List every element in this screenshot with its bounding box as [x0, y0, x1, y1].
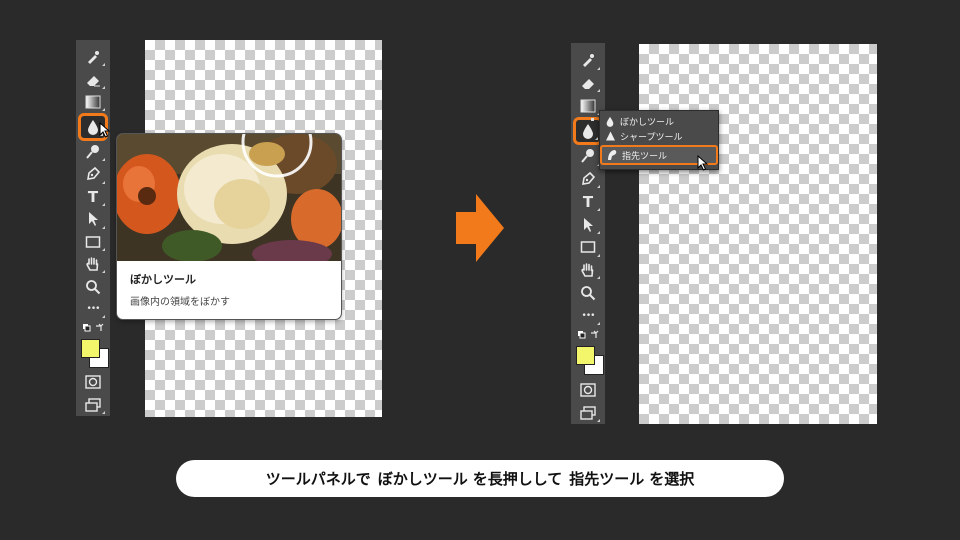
dodge-tool[interactable]: [574, 145, 602, 168]
type-icon: T: [582, 192, 594, 211]
caption-text-5: を選択: [649, 470, 695, 488]
sharpen-icon: [605, 131, 615, 141]
flower-preview-image: [117, 134, 341, 261]
eraser-icon: [87, 75, 100, 87]
swap-colors-icon: [83, 323, 104, 332]
dodge-icon: [581, 149, 594, 163]
path-selection-tool[interactable]: [574, 213, 602, 236]
flyout-item-label: ぼかしツール: [620, 117, 675, 128]
zoom-icon: [86, 279, 101, 294]
quick-mask-button[interactable]: [574, 378, 602, 401]
hand-icon: [86, 257, 99, 271]
tool-tooltip-card: ぼかしツール 画像内の領域をぼかす: [117, 134, 341, 319]
transparent-canvas-right[interactable]: [639, 44, 877, 424]
dodge-tool[interactable]: [79, 141, 107, 163]
rectangle-icon: [85, 235, 101, 248]
quick-mask-icon: [580, 383, 596, 397]
tools-panel-right: T •••: [571, 43, 605, 424]
eraser-tool[interactable]: [79, 68, 107, 90]
gradient-tool[interactable]: [574, 94, 602, 117]
caption-text-4: 指先ツール: [569, 470, 645, 488]
type-tool[interactable]: T: [574, 190, 602, 213]
instruction-caption: ツールパネルで ぼかしツール を長押しして 指先ツール を選択: [176, 460, 784, 497]
gradient-icon: [85, 95, 101, 109]
more-icon: •••: [86, 304, 101, 315]
path-selection-tool[interactable]: [79, 208, 107, 230]
more-icon: •••: [581, 310, 596, 321]
tools-panel-left: T •••: [76, 40, 110, 416]
more-tools[interactable]: •••: [574, 304, 602, 327]
zoom-tool[interactable]: [574, 281, 602, 304]
rectangle-tool[interactable]: [79, 231, 107, 253]
caption-text-2: ぼかしツール: [377, 470, 468, 488]
flyout-item-blur[interactable]: ぼかしツール: [600, 113, 718, 129]
caption-text-3: を長押しして: [472, 470, 563, 488]
gradient-icon: [580, 99, 596, 113]
blur-icon: [88, 119, 98, 135]
blur-icon: [606, 116, 614, 127]
healing-brush-icon: [88, 51, 99, 65]
hand-icon: [581, 263, 594, 277]
rectangle-icon: [580, 241, 596, 254]
path-selection-icon: [584, 217, 593, 232]
screen-mode-icon: [85, 398, 101, 412]
quick-mask-button[interactable]: [79, 371, 107, 393]
eraser-icon: [582, 79, 594, 90]
eraser-tool[interactable]: [574, 72, 602, 95]
screen-mode-button[interactable]: [574, 401, 602, 424]
tooltip-description: 画像内の領域をぼかす: [130, 297, 230, 308]
active-tool-indicator: [591, 118, 594, 121]
caption-text-1: ツールパネルで: [265, 470, 371, 488]
healing-brush-icon: [583, 54, 594, 68]
blur-icon: [583, 124, 593, 140]
pen-tool[interactable]: [79, 163, 107, 185]
hand-tool[interactable]: [79, 253, 107, 275]
gradient-tool[interactable]: [79, 91, 107, 113]
zoom-tool[interactable]: [79, 275, 107, 297]
rectangle-tool[interactable]: [574, 236, 602, 259]
pen-icon: [87, 167, 101, 181]
right-arrow-icon: [456, 194, 504, 262]
flyout-item-label: シャープツール: [620, 132, 683, 143]
screen-mode-icon: [580, 405, 596, 420]
healing-brush-tool[interactable]: [79, 46, 107, 68]
type-tool[interactable]: T: [79, 186, 107, 208]
mouse-cursor-icon: [99, 122, 111, 138]
pen-icon: [582, 171, 596, 186]
quick-mask-icon: [85, 375, 101, 390]
pen-tool[interactable]: [574, 168, 602, 191]
flyout-item-sharpen[interactable]: シャープツール: [600, 128, 718, 144]
type-icon: T: [87, 187, 99, 206]
screen-mode-button[interactable]: [79, 394, 107, 416]
tooltip-title: ぼかしツール: [130, 273, 196, 286]
foreground-color-swatch[interactable]: [576, 345, 595, 365]
default-swap-colors[interactable]: [79, 320, 107, 336]
swap-colors-icon: [578, 330, 599, 339]
color-swatches: [79, 336, 109, 371]
foreground-color-swatch[interactable]: [81, 338, 100, 358]
hand-tool[interactable]: [574, 259, 602, 282]
healing-brush-tool[interactable]: [574, 49, 602, 72]
more-tools[interactable]: •••: [79, 298, 107, 320]
color-swatches: [574, 343, 604, 379]
path-selection-icon: [89, 212, 98, 227]
default-swap-colors[interactable]: [574, 327, 602, 343]
mouse-cursor-icon: [697, 155, 709, 171]
dodge-icon: [86, 144, 99, 159]
zoom-icon: [581, 285, 596, 301]
flyout-item-label: 指先ツール: [622, 151, 668, 162]
smudge-icon: [608, 150, 617, 160]
